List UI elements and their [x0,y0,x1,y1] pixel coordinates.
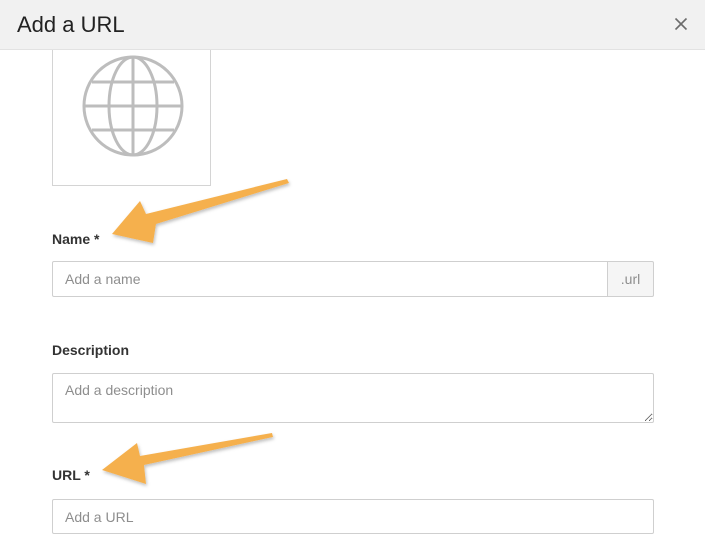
name-suffix: .url [607,261,654,297]
url-label: URL * [52,467,90,483]
add-url-dialog: Add a URL Name * .url Description URL * [0,0,705,543]
arrow-icon [112,179,289,243]
dialog-header: Add a URL [0,0,705,50]
url-input[interactable] [52,499,654,534]
name-input-group: .url [52,261,654,297]
close-icon [674,17,688,31]
name-label: Name * [52,231,100,247]
close-button[interactable] [669,12,693,36]
globe-icon [82,55,184,157]
arrow-icon [102,433,273,484]
dialog-title: Add a URL [17,12,125,37]
name-input[interactable] [52,261,608,297]
url-preview-thumbnail [52,50,211,186]
description-label: Description [52,342,130,358]
description-input[interactable] [52,373,654,423]
